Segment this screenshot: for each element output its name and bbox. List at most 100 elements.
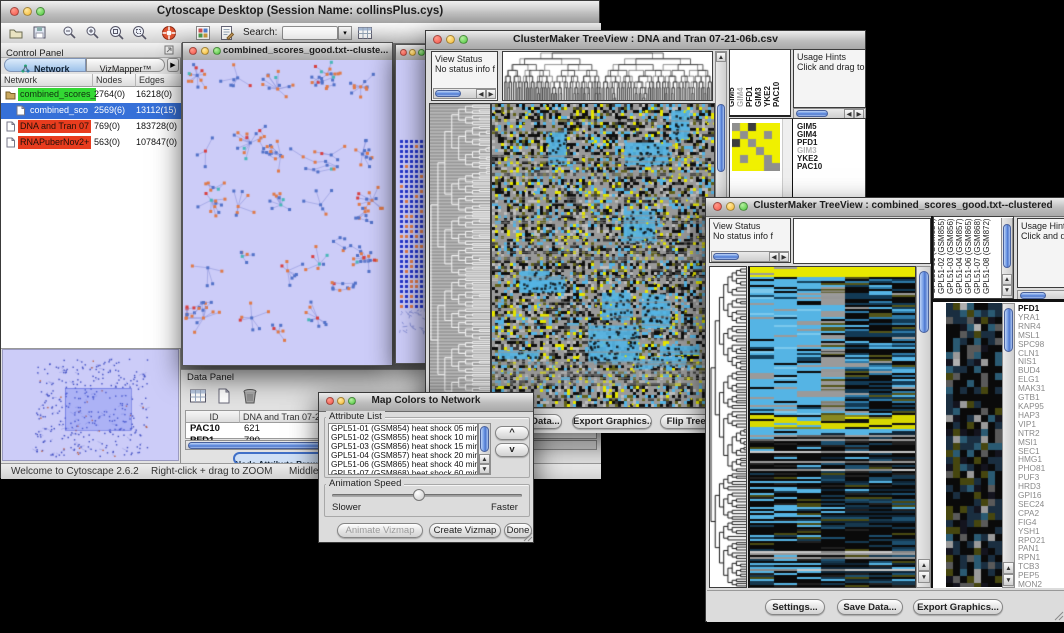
treeview2-column-dendrogram[interactable] (793, 218, 931, 264)
zoom-out-icon[interactable] (62, 25, 78, 41)
scroll-right-icon[interactable]: ▶ (779, 252, 789, 262)
attribute-list[interactable]: GPL51-01 (GSM854) heat shock 05 minGPL51… (328, 423, 478, 475)
col-header-edges[interactable]: Edges (136, 74, 181, 87)
close-icon[interactable] (189, 47, 197, 55)
attribute-list-vscrollbar[interactable]: ▲ ▼ (478, 423, 491, 475)
network-table-row[interactable]: combined_scores_2764(0)16218(0) (1, 87, 181, 103)
main-title-bar[interactable]: Cytoscape Desktop (Session Name: collins… (1, 1, 599, 24)
create-vizmap-button[interactable]: Create Vizmap (429, 523, 501, 538)
zoom-in-icon[interactable] (85, 25, 101, 41)
tab-overflow-button[interactable]: ▶ (167, 58, 179, 72)
scroll-thumb[interactable] (1004, 308, 1013, 352)
network-table-row[interactable]: combined_sco2569(6)13112(15) (1, 103, 181, 119)
view-status-hscrollbar[interactable]: ◀ ▶ (711, 251, 789, 262)
view-status-hscrollbar[interactable]: ◀ ▶ (433, 88, 496, 99)
zoom-selected-icon[interactable] (132, 25, 148, 41)
treeview1-row-dendrogram[interactable] (429, 103, 491, 408)
close-icon[interactable] (713, 202, 722, 211)
scroll-up-icon[interactable]: ▲ (479, 454, 490, 464)
scroll-left-icon[interactable]: ◀ (476, 89, 486, 99)
view-status-line2: No status info f (432, 64, 497, 74)
network-name: RNAPuberNov2+ (18, 136, 91, 149)
attribute-list-item[interactable]: GPL51-07 (GSM868) heat shock 60 min (329, 469, 477, 475)
treeview2-button-export-graphics[interactable]: Export Graphics... (913, 599, 1003, 615)
treeview1-button-export-graphics[interactable]: Export Graphics... (572, 414, 652, 429)
minimize-icon[interactable] (201, 47, 209, 55)
global-heatmap[interactable] (946, 303, 1002, 587)
animate-vizmap-button[interactable]: Animate Vizmap (337, 523, 423, 538)
scroll-thumb[interactable] (1003, 224, 1011, 268)
treeview2-vscrollbar[interactable]: ▲ ▼ (916, 266, 931, 588)
scroll-down-icon[interactable]: ▼ (918, 571, 930, 583)
scroll-down-icon[interactable]: ▼ (1003, 574, 1014, 586)
network-overview-panel[interactable] (2, 349, 179, 461)
treeview1-column-dendrogram[interactable] (502, 51, 713, 101)
col-header-nodes[interactable]: Nodes (93, 74, 136, 87)
annotation-icon[interactable] (219, 25, 235, 41)
zoom-fit-icon[interactable] (109, 25, 125, 41)
tab-vizmapper[interactable]: VizMapper™ (86, 58, 165, 72)
scroll-down-icon[interactable]: ▼ (479, 464, 490, 474)
treeview2-row-dendrogram[interactable] (709, 266, 747, 588)
scroll-thumb[interactable] (713, 253, 739, 260)
treeview1-title-bar[interactable]: ClusterMaker TreeView : DNA and Tran 07-… (426, 31, 865, 50)
open-file-icon[interactable] (8, 25, 24, 41)
float-panel-icon[interactable] (164, 45, 174, 55)
resize-grip-icon[interactable] (1054, 611, 1064, 621)
network-canvas[interactable] (183, 60, 392, 365)
treeview2-button-settings[interactable]: Settings... (765, 599, 825, 615)
scroll-thumb[interactable] (435, 90, 461, 97)
network-view-2-title-bar[interactable] (396, 45, 428, 61)
treeview2-button-save-data[interactable]: Save Data... (837, 599, 903, 615)
zoom-window-icon[interactable] (418, 49, 425, 56)
scroll-thumb[interactable] (717, 104, 725, 172)
treeview2-heatmap[interactable] (748, 266, 916, 588)
zoom-window-icon[interactable] (213, 47, 221, 55)
speed-slider-track[interactable] (332, 494, 522, 497)
scroll-left-icon[interactable]: ◀ (769, 252, 779, 262)
dialog-title-bar[interactable]: Map Colors to Network (319, 393, 533, 412)
scroll-up-icon[interactable]: ▲ (716, 52, 726, 62)
network-table-row[interactable]: DNA and Tran 07769(0)183728(0) (1, 119, 181, 135)
vizmap-icon[interactable] (195, 25, 211, 41)
network-table-row[interactable]: RNAPuberNov2+563(0)107847(0) (1, 135, 181, 151)
scroll-up-icon[interactable]: ▲ (1002, 274, 1012, 285)
help-lifering-icon[interactable] (161, 25, 177, 41)
tab-network[interactable]: Network (4, 58, 86, 72)
treeview1-heatmap[interactable] (491, 103, 715, 408)
gene-label[interactable]: MON2 (1018, 580, 1064, 588)
id-column-header[interactable]: ID (186, 411, 240, 423)
minimize-icon[interactable] (409, 49, 416, 56)
scroll-right-icon[interactable]: ▶ (486, 89, 496, 99)
scroll-thumb[interactable] (919, 271, 929, 333)
column-labels-vscrollbar[interactable]: ▲ ▼ (1001, 218, 1013, 298)
global-vscrollbar[interactable]: ▲ ▼ (1002, 303, 1015, 588)
scroll-down-icon[interactable]: ▼ (1002, 285, 1012, 296)
delete-attribute-icon[interactable] (241, 387, 259, 405)
move-down-button[interactable]: v (495, 443, 529, 457)
data-table-icon[interactable] (189, 387, 207, 405)
scroll-up-icon[interactable]: ▲ (1003, 562, 1014, 574)
scroll-thumb[interactable] (480, 426, 489, 452)
search-dropdown-button[interactable]: ▾ (338, 26, 352, 40)
scroll-thumb[interactable] (1020, 292, 1046, 299)
search-input[interactable] (282, 26, 338, 40)
close-icon[interactable] (400, 49, 407, 56)
resize-grip-icon[interactable] (523, 532, 533, 542)
col-header-network[interactable]: Network (1, 74, 93, 87)
minimize-icon[interactable] (726, 202, 735, 211)
save-icon[interactable] (32, 25, 48, 41)
column-label: PAC10 (772, 82, 781, 107)
gene-label-list[interactable]: PFD1YRA1RNR4MSL1SPC98CLN1NIS1BUD4ELG1MAK… (1018, 304, 1064, 588)
network-canvas-2[interactable] (396, 60, 428, 363)
new-attribute-icon[interactable] (215, 387, 233, 405)
network-overview-canvas[interactable] (3, 350, 178, 460)
treeview2-title-bar[interactable]: ClusterMaker TreeView : combined_scores_… (706, 198, 1064, 217)
speed-slider-thumb[interactable] (413, 489, 425, 501)
network-view-title-bar[interactable]: combined_scores_good.txt--cluste... (183, 43, 392, 61)
scroll-thumb[interactable] (796, 110, 828, 117)
scroll-up-icon[interactable]: ▲ (918, 559, 930, 571)
table-icon[interactable] (357, 25, 373, 41)
move-up-button[interactable]: ^ (495, 426, 529, 440)
correlation-matrix-heatmap[interactable] (732, 123, 780, 171)
